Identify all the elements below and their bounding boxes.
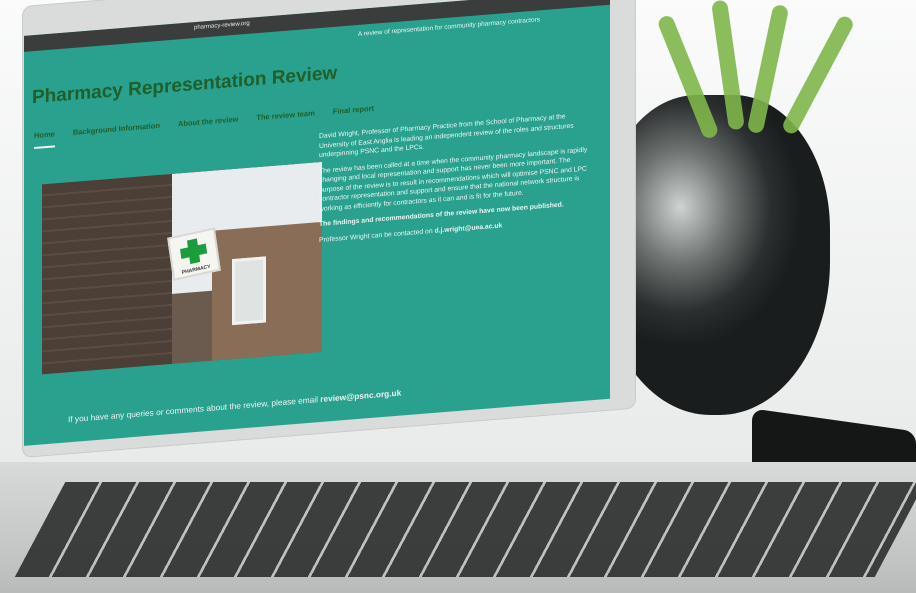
nav-home[interactable]: Home [34,129,55,140]
laptop-screen: pharmacy-review.org A review of represen… [22,0,642,466]
pharmacy-photo: PHARMACY [42,161,322,375]
nav-about-the-review[interactable]: About the review [178,115,238,129]
contact-email-link[interactable]: d.j.wright@uea.ac.uk [434,222,502,234]
review-email-link[interactable]: review@psnc.org.uk [320,387,401,404]
screen-bezel: pharmacy-review.org A review of represen… [22,0,636,459]
nav-final-report[interactable]: Final report [333,104,374,116]
photo-frame: pharmacy-review.org A review of represen… [0,0,916,593]
footer-prefix: If you have any queries or comments abou… [68,394,321,425]
browser-bar: pharmacy-review.org [24,0,610,52]
house [212,221,322,361]
site-title[interactable]: Pharmacy Representation Review [32,63,337,110]
nav-background-information[interactable]: Background Information [73,121,160,137]
url-text[interactable]: pharmacy-review.org [194,21,250,31]
brick-wall [42,173,172,375]
nav-the-review-team[interactable]: The review team [256,108,314,122]
keyboard [14,482,916,577]
scene: pharmacy-review.org A review of represen… [0,0,916,593]
intro-text: David Wright, Professor of Pharmacy Prac… [319,110,591,251]
house-window [232,256,266,326]
contact-prefix: Professor Wright can be contacted on [319,227,435,244]
website: pharmacy-review.org A review of represen… [24,0,610,446]
footer-text: If you have any queries or comments abou… [68,387,401,424]
plant-leaf [780,13,856,137]
